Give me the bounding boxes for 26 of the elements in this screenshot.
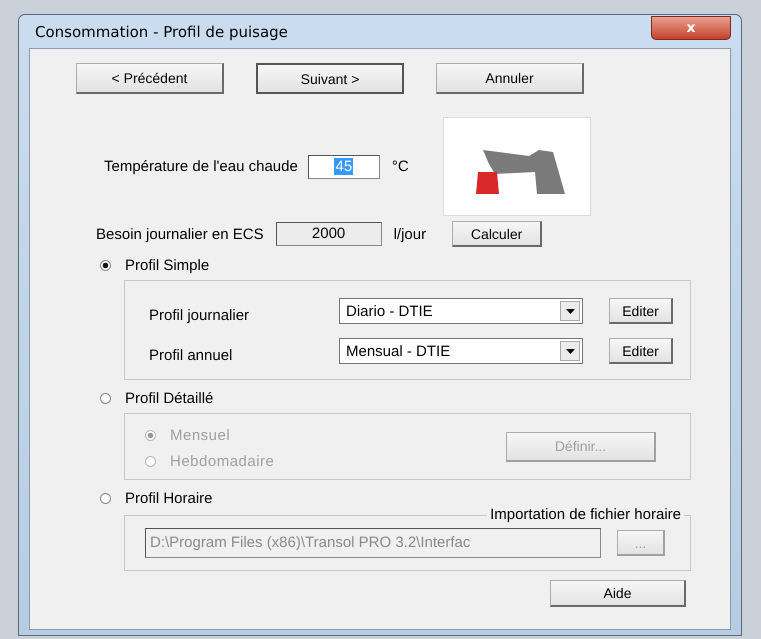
unit-label: °C	[392, 158, 409, 175]
profile-label: Profil annuel	[149, 346, 234, 364]
edit-button[interactable]: Editer	[609, 338, 673, 364]
caret-icon	[566, 308, 574, 314]
radio-label: Profil Horaire	[125, 490, 213, 506]
calculate-button[interactable]: Calculer	[452, 221, 542, 247]
nav-button[interactable]: < Précédent	[76, 63, 224, 94]
profile-label: Profil journalier	[149, 306, 250, 324]
edit-button[interactable]: Editer	[609, 298, 673, 324]
unit-label: l/jour	[394, 226, 426, 242]
help-button[interactable]: Aide	[550, 580, 686, 607]
radio-label: Profil Détaillé	[125, 390, 214, 406]
temperature-label: Température de l'eau chaude	[104, 158, 298, 175]
group-legend: Importation de fichier horaire	[487, 506, 684, 523]
daily-need-label: Besoin journalier en ECS	[96, 226, 264, 242]
caret-icon	[566, 348, 574, 354]
dropdown[interactable]: Mensual - DTIE	[339, 338, 583, 364]
radio-label: Profil Simple	[125, 256, 210, 274]
nav-button[interactable]: Annuler	[436, 63, 584, 94]
radio-button[interactable]	[100, 260, 111, 270]
window-title: Consommation - Profil de puisage	[35, 22, 288, 40]
dropdown[interactable]: Diario - DTIE	[339, 298, 583, 324]
radio-label: Hebdomadaire	[170, 453, 274, 470]
radio-label: Mensuel	[170, 427, 230, 444]
nav-button[interactable]: Suivant >	[256, 63, 404, 94]
daily-need-field[interactable]: 2000	[276, 222, 382, 246]
